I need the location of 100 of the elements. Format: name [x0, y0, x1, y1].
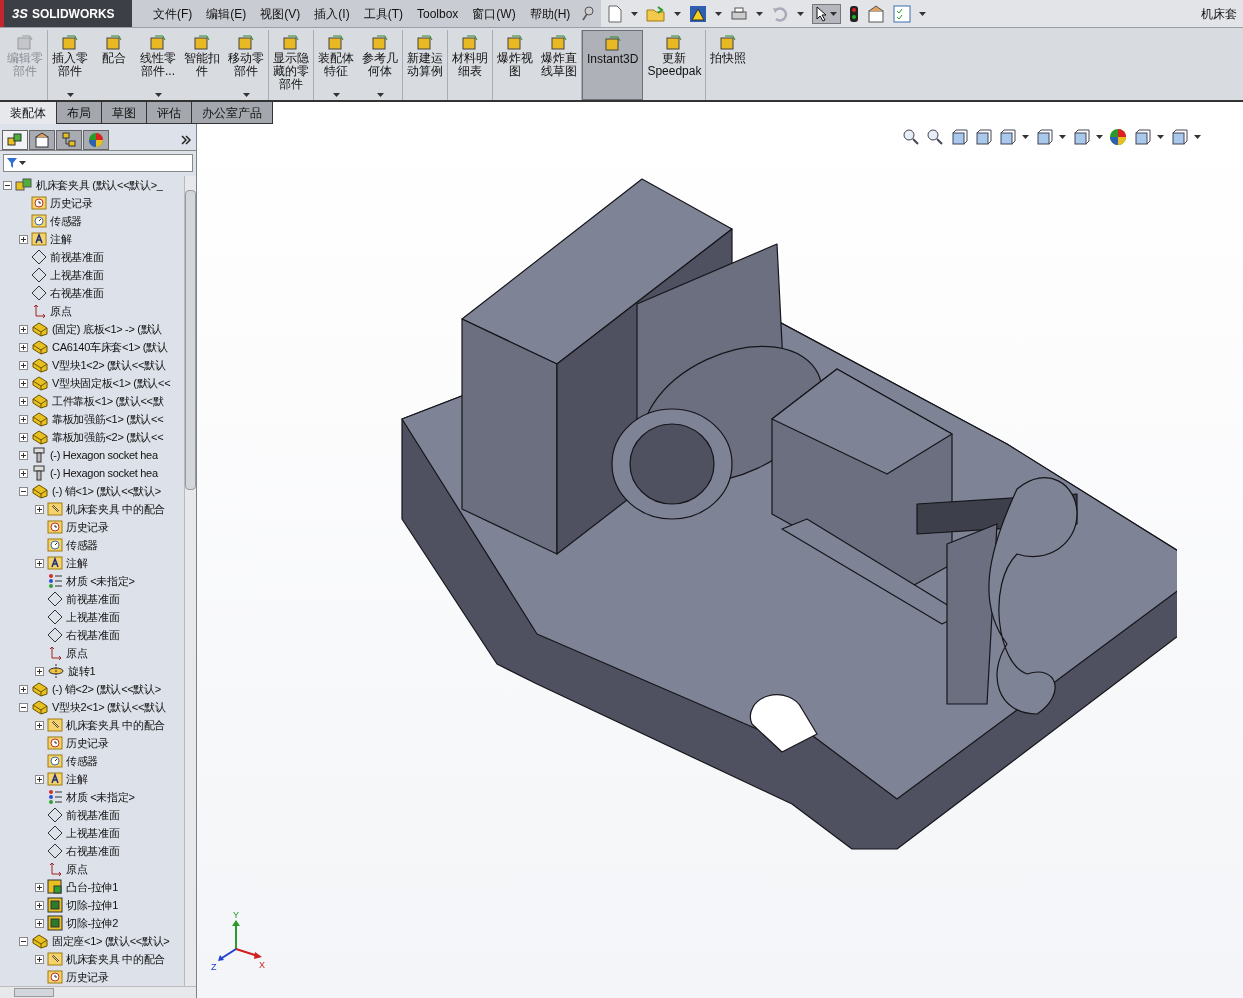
expand-toggle[interactable]	[19, 414, 28, 424]
tree-item[interactable]: 原点	[66, 644, 88, 662]
expand-toggle[interactable]	[3, 180, 12, 190]
toolbar-button[interactable]: 插入零 部件	[48, 30, 92, 100]
tree-item[interactable]: 靠板加强筋<1> (默认<<	[52, 410, 164, 428]
menu-item[interactable]: 帮助(H)	[522, 4, 578, 23]
toolbar-button[interactable]: 智能扣 件	[180, 30, 224, 100]
toolbar-button[interactable]: 显示隐 藏的零 部件	[269, 30, 314, 100]
toolbar-button[interactable]: 参考几 何体	[358, 30, 403, 100]
printer-icon[interactable]	[730, 5, 749, 22]
expand-toggle[interactable]	[35, 918, 44, 928]
expand-toggle[interactable]	[35, 666, 44, 676]
tree-item[interactable]: 注解	[50, 230, 72, 248]
tree-item[interactable]: 机床套夹具 中的配合	[66, 500, 166, 518]
tree-item[interactable]: 传感器	[66, 752, 99, 770]
expand-toggle[interactable]	[35, 882, 44, 892]
expand-toggle[interactable]	[19, 396, 28, 406]
toolbar-button[interactable]: 移动零 部件	[224, 30, 269, 100]
expand-toggle[interactable]	[19, 378, 28, 388]
tree-item[interactable]: 前视基准面	[50, 248, 104, 266]
vertical-scrollbar[interactable]	[184, 176, 196, 986]
tree-item[interactable]: (-) Hexagon socket hea	[50, 446, 158, 464]
tree-item[interactable]: CA6140车床套<1> (默认	[52, 338, 168, 356]
menu-item[interactable]: 视图(V)	[253, 4, 308, 23]
tree-item[interactable]: (固定) 底板<1> -> (默认	[52, 320, 163, 338]
expand-toggle[interactable]	[35, 954, 44, 964]
expand-toggle[interactable]	[19, 360, 28, 370]
property-tab[interactable]	[29, 130, 55, 150]
tree-item[interactable]: 历史记录	[66, 734, 109, 752]
tree-item[interactable]: V型块固定板<1> (默认<<	[52, 374, 171, 392]
expand-toggle[interactable]	[35, 504, 44, 514]
tree-item[interactable]: 材质 <未指定>	[66, 572, 135, 590]
tree-item[interactable]: 靠板加强筋<2> (默认<<	[52, 428, 164, 446]
expand-toggle[interactable]	[19, 450, 28, 460]
tree-item[interactable]: 上视基准面	[66, 608, 120, 626]
configuration-tab[interactable]	[56, 130, 82, 150]
expand-toggle[interactable]	[19, 684, 28, 694]
expand-toggle[interactable]	[19, 936, 28, 946]
tree-item[interactable]: 上视基准面	[66, 824, 120, 842]
tree-item[interactable]: 历史记录	[66, 518, 109, 536]
horizontal-scrollbar[interactable]	[0, 986, 196, 998]
tree-item[interactable]: 固定座<1> (默认<<默认>	[52, 932, 170, 950]
menu-item[interactable]: Toolbox	[410, 4, 466, 23]
tree-item[interactable]: 机床套夹具 (默认<<默认>_	[36, 176, 163, 194]
tab[interactable]: 草图	[102, 102, 147, 124]
tree-item[interactable]: 前视基准面	[66, 590, 120, 608]
toolbar-button[interactable]: 更新 Speedpak	[643, 30, 707, 100]
tree-item[interactable]: V型块1<2> (默认<<默认	[52, 356, 166, 374]
toolbar-button[interactable]: 拍快照	[706, 30, 751, 100]
new-document-icon[interactable]	[607, 4, 624, 23]
tree-item[interactable]: 注解	[66, 770, 88, 788]
menu-item[interactable]: 编辑(E)	[199, 4, 254, 23]
toolbar-button[interactable]: 爆炸视 图	[493, 30, 537, 100]
open-folder-icon[interactable]	[646, 5, 667, 22]
tab[interactable]: 办公室产品	[192, 102, 273, 124]
zoom-area-icon[interactable]	[926, 128, 944, 146]
filter-field[interactable]	[3, 154, 193, 172]
tree-item[interactable]: 机床套夹具 中的配合	[66, 950, 166, 968]
expand-toggle[interactable]	[19, 468, 28, 478]
tree-item[interactable]: 切除-拉伸1	[66, 896, 118, 914]
toolbar-button[interactable]: 线性零 部件...	[136, 30, 180, 100]
expand-toggle[interactable]	[19, 324, 28, 334]
tab[interactable]: 布局	[57, 102, 102, 124]
tree-item[interactable]: (-) 销<2> (默认<<默认>	[52, 680, 161, 698]
toolbar-button[interactable]: 装配体 特征	[314, 30, 358, 100]
tree-item[interactable]: V型块2<1> (默认<<默认	[52, 698, 166, 716]
tree-item[interactable]: 原点	[50, 302, 72, 320]
expand-toggle[interactable]	[19, 234, 28, 244]
tree-item[interactable]: 右视基准面	[66, 842, 120, 860]
chevron-right-icon[interactable]	[181, 135, 191, 145]
toolbar-button[interactable]: 配合	[92, 30, 136, 100]
menu-item[interactable]: 工具(T)	[356, 4, 410, 23]
toolbar-button[interactable]: 材料明 细表	[448, 30, 493, 100]
menu-item[interactable]: 插入(I)	[307, 4, 357, 23]
expand-toggle[interactable]	[35, 900, 44, 910]
select-button[interactable]	[812, 3, 842, 24]
tree-item[interactable]: 工件靠板<1> (默认<<默	[52, 392, 164, 410]
tree-item[interactable]: (-) 销<1> (默认<<默认>	[52, 482, 161, 500]
appearance-tab[interactable]	[83, 130, 109, 150]
tree-item[interactable]: 上视基准面	[50, 266, 104, 284]
expand-toggle[interactable]	[19, 702, 28, 712]
appearance-icon[interactable]	[1109, 128, 1127, 146]
toolbar-button[interactable]: 新建运 动算例	[403, 30, 448, 100]
tree-item[interactable]: 历史记录	[50, 194, 93, 212]
expand-toggle[interactable]	[35, 774, 44, 784]
tree-item[interactable]: 旋转1	[68, 662, 96, 680]
zoom-fit-icon[interactable]	[902, 128, 920, 146]
tree-item[interactable]: 右视基准面	[66, 626, 120, 644]
tab[interactable]: 评估	[147, 102, 192, 124]
tab[interactable]: 装配体	[0, 102, 57, 124]
tree-item[interactable]: 传感器	[66, 536, 99, 554]
traffic-light-icon[interactable]	[849, 4, 860, 23]
tree-item[interactable]: 右视基准面	[50, 284, 104, 302]
save-warning-icon[interactable]	[689, 4, 708, 23]
tree-item[interactable]: 历史记录	[66, 968, 109, 986]
expand-toggle[interactable]	[19, 486, 28, 496]
tree-item[interactable]: 原点	[66, 860, 88, 878]
tree-item[interactable]: (-) Hexagon socket hea	[50, 464, 158, 482]
tree-item[interactable]: 注解	[66, 554, 88, 572]
tree-item[interactable]: 机床套夹具 中的配合	[66, 716, 166, 734]
